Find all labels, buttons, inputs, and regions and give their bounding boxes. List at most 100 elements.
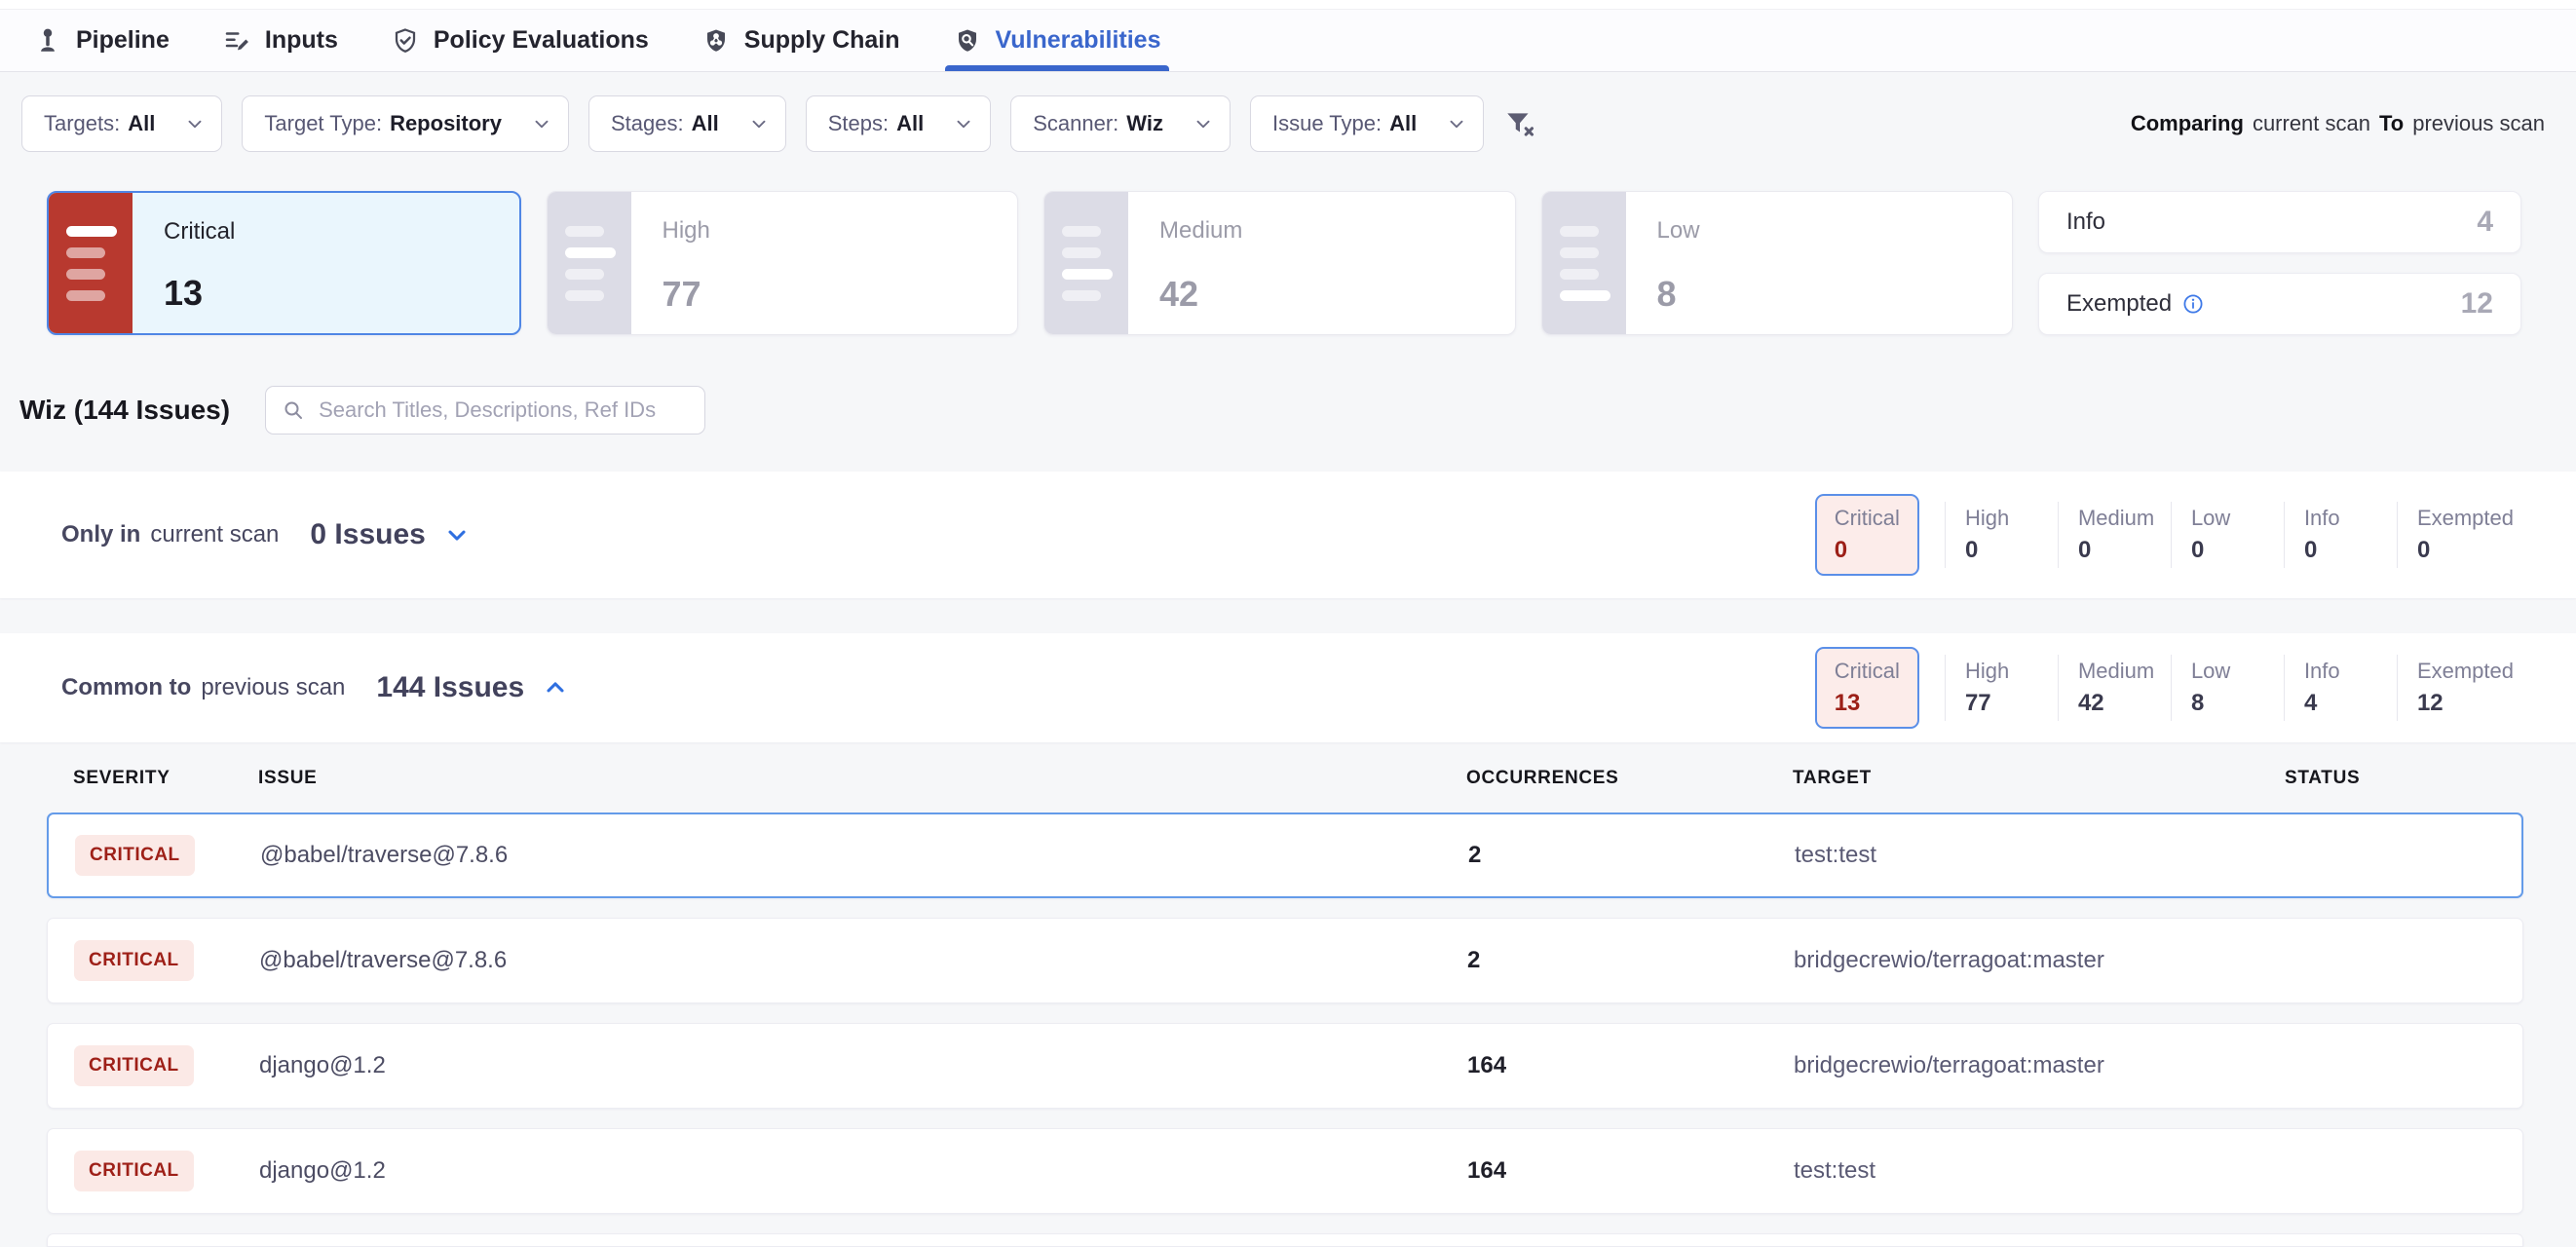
severity-badge: CRITICAL [75,835,195,876]
severity-card-label: Critical [164,218,235,246]
target-name: test:test [1795,842,2287,869]
common-to-toggle[interactable]: Common to previous scan 144 Issues [61,671,569,704]
chevron-down-icon [531,113,552,134]
severity-card-count: 13 [164,273,235,314]
severity-card-info[interactable]: Info 4 [2038,191,2521,253]
only-in-toggle[interactable]: Only in current scan 0 Issues [61,518,471,551]
filter-dropdown-targets[interactable]: Targets: All [21,95,222,152]
top-strip [0,0,2576,10]
occurrences-count: 164 [1467,1052,1794,1079]
severity-chips: Critical 13 High 77 Medium 42 Low 8 Info… [1815,647,2523,729]
tab-pipeline[interactable]: Pipeline [33,10,170,71]
severity-bars-icon [548,192,631,334]
search-icon [282,398,305,422]
severity-bars-icon [1542,192,1626,334]
tab-label: Vulnerabilities [996,26,1161,55]
severity-card-exempted[interactable]: Exempted 12 [2038,273,2521,335]
issue-row-partial[interactable] [47,1233,2523,1247]
search-input[interactable] [317,397,689,424]
severity-card-medium[interactable]: Medium 42 [1043,191,1516,335]
filter-dropdown-issue-type[interactable]: Issue Type: All [1250,95,1484,152]
column-header-severity: SEVERITY [73,768,258,789]
tab-vulnerabilities[interactable]: Vulnerabilities [953,10,1161,71]
scanner-row: Wiz (144 Issues) [19,386,2545,435]
issue-name: django@1.2 [259,1052,1467,1079]
tab-label: Policy Evaluations [434,26,649,55]
severity-chip-medium[interactable]: Medium 42 [2058,655,2171,721]
chevron-up-icon[interactable] [542,674,569,701]
filter-dropdown-target-type[interactable]: Target Type: Repository [242,95,569,152]
severity-card-low[interactable]: Low 8 [1541,191,2014,335]
vulnerabilities-icon [953,26,982,56]
severity-card-critical[interactable]: Critical 13 [47,191,521,335]
occurrences-count: 2 [1468,842,1795,869]
side-cards-column: Info 4 Exempted 12 [2038,191,2521,335]
issue-name: django@1.2 [259,1157,1467,1185]
severity-chip-high[interactable]: High 0 [1945,502,2058,568]
filter-dropdown-steps[interactable]: Steps: All [806,95,992,152]
target-name: bridgecrewio/terragoat:master [1794,1052,2286,1079]
vulnerabilities-panel: Targets: All Target Type: Repository Sta… [0,95,2576,1247]
section-common-to-previous-scan: Common to previous scan 144 Issues Criti… [0,633,2576,742]
severity-bars-icon [1044,192,1128,334]
severity-chips: Critical 0 High 0 Medium 0 Low 0 Info 0 … [1815,494,2523,576]
severity-chip-exempted[interactable]: Exempted 12 [2397,655,2523,721]
target-name: test:test [1794,1157,2286,1185]
severity-badge: CRITICAL [74,940,194,981]
severity-chip-low[interactable]: Low 8 [2171,655,2284,721]
search-box [265,386,705,435]
severity-chip-medium[interactable]: Medium 0 [2058,502,2171,568]
pipeline-icon [33,26,62,56]
chevron-down-icon [184,113,206,134]
occurrences-count: 164 [1467,1157,1794,1185]
severity-badge: CRITICAL [74,1151,194,1191]
severity-chip-low[interactable]: Low 0 [2171,502,2284,568]
issues-count: 144 Issues [376,671,524,704]
severity-card-count: 77 [663,274,710,315]
issue-row[interactable]: CRITICAL django@1.2 164 test:test [47,1128,2523,1214]
table-header: SEVERITY ISSUE OCCURRENCES TARGET STATUS [47,768,2523,789]
side-card-count: 12 [2461,287,2493,321]
issue-name: @babel/traverse@7.8.6 [259,947,1467,974]
severity-chip-info[interactable]: Info 0 [2284,502,2397,568]
filter-dropdown-scanner[interactable]: Scanner: Wiz [1010,95,1231,152]
column-header-issue: ISSUE [258,768,1466,789]
target-name: bridgecrewio/terragoat:master [1794,947,2286,974]
clear-filters-icon[interactable] [1503,107,1536,140]
comparing-label: Comparing current scan To previous scan [2131,111,2545,136]
side-card-label: Info [2066,208,2105,236]
tab-label: Pipeline [76,26,170,55]
tab-inputs[interactable]: Inputs [222,10,338,71]
issues-table: SEVERITY ISSUE OCCURRENCES TARGET STATUS… [47,768,2523,1247]
chevron-down-icon [953,113,974,134]
severity-card-label: High [663,217,710,245]
chevron-down-icon [1193,113,1214,134]
severity-chip-high[interactable]: High 77 [1945,655,2058,721]
tab-policy-evaluations[interactable]: Policy Evaluations [391,10,649,71]
info-icon [2181,292,2205,316]
severity-chip-critical[interactable]: Critical 13 [1815,647,1919,729]
severity-chip-exempted[interactable]: Exempted 0 [2397,502,2523,568]
severity-card-label: Low [1657,217,1700,245]
filter-dropdown-stages[interactable]: Stages: All [588,95,786,152]
chevron-down-icon[interactable] [443,521,471,548]
issue-name: @babel/traverse@7.8.6 [260,842,1468,869]
supply-chain-icon [701,26,731,56]
column-header-target: TARGET [1793,768,2285,789]
severity-card-high[interactable]: High 77 [547,191,1019,335]
issue-row[interactable]: CRITICAL django@1.2 164 bridgecrewio/ter… [47,1023,2523,1109]
severity-badge: CRITICAL [74,1045,194,1086]
occurrences-count: 2 [1467,947,1794,974]
chevron-down-icon [1446,113,1467,134]
severity-chip-info[interactable]: Info 4 [2284,655,2397,721]
severity-chip-critical[interactable]: Critical 0 [1815,494,1919,576]
issue-row[interactable]: CRITICAL @babel/traverse@7.8.6 2 test:te… [47,812,2523,898]
tab-supply-chain[interactable]: Supply Chain [701,10,900,71]
issue-row[interactable]: CRITICAL @babel/traverse@7.8.6 2 bridgec… [47,918,2523,1003]
severity-card-label: Medium [1159,217,1242,245]
severity-bars-icon [49,193,133,333]
side-card-count: 4 [2477,206,2493,239]
issues-count: 0 Issues [310,518,425,551]
active-tab-underline [945,65,1169,71]
tab-label: Inputs [265,26,338,55]
